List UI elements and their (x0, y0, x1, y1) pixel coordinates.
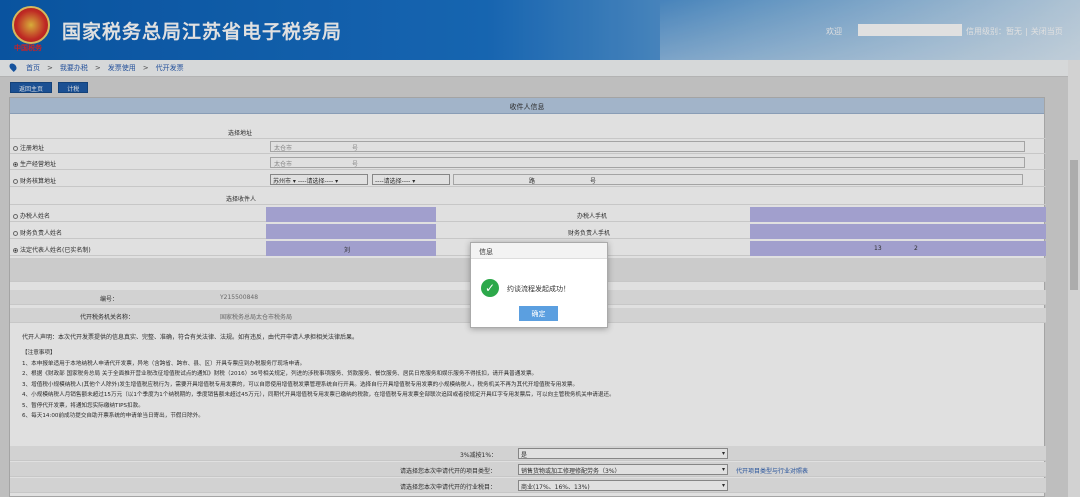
info-dialog: 信息 ✓ 约谈流程发起成功！ 确定 (470, 242, 608, 328)
dialog-title: 信息 (471, 243, 607, 259)
dialog-message: 约谈流程发起成功！ (507, 285, 570, 293)
success-check-icon: ✓ (481, 279, 499, 297)
confirm-button[interactable]: 确定 (519, 306, 558, 321)
